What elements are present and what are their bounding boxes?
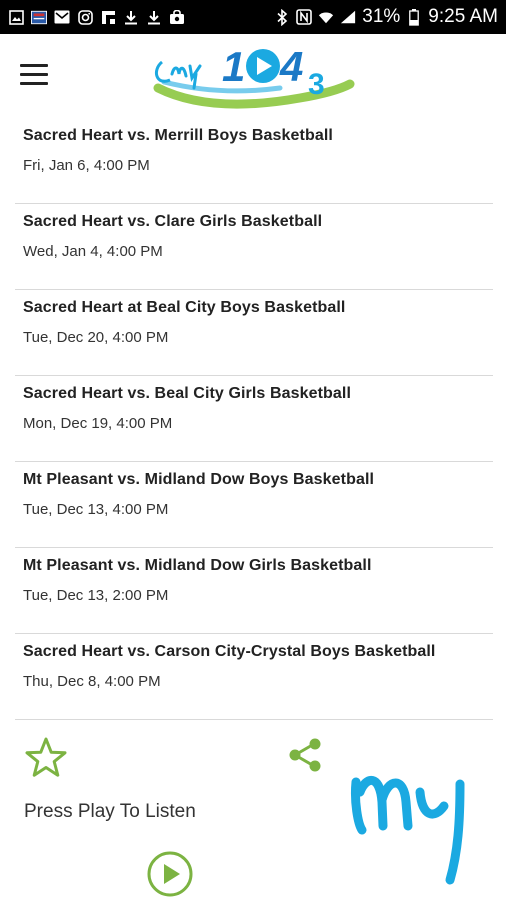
status-bar: 31% 9:25 AM <box>0 0 506 34</box>
event-title: Sacred Heart vs. Merrill Boys Basketball <box>23 127 333 144</box>
event-date: Thu, Dec 8, 4:00 PM <box>23 673 161 690</box>
listen-label: Press Play To Listen <box>24 801 196 822</box>
event-title: Mt Pleasant vs. Midland Dow Girls Basket… <box>23 557 372 574</box>
list-item[interactable]: Sacred Heart vs. Carson City-Crystal Boy… <box>15 634 493 720</box>
bag-icon <box>169 9 185 25</box>
flipboard-icon <box>100 9 116 25</box>
star-icon[interactable] <box>24 736 68 783</box>
list-item[interactable]: Sacred Heart vs. Clare Girls Basketball … <box>15 204 493 290</box>
bluetooth-icon <box>274 8 290 26</box>
list-item[interactable]: Mt Pleasant vs. Midland Dow Boys Basketb… <box>15 462 493 548</box>
event-date: Tue, Dec 13, 2:00 PM <box>23 587 169 604</box>
clock: 9:25 AM <box>428 6 498 27</box>
event-date: Wed, Jan 4, 4:00 PM <box>23 243 163 260</box>
event-date: Fri, Jan 6, 4:00 PM <box>23 157 150 174</box>
notification-icons <box>8 9 185 25</box>
download-icon <box>123 9 139 25</box>
event-title: Mt Pleasant vs. Midland Dow Boys Basketb… <box>23 471 375 488</box>
event-date: Mon, Dec 19, 4:00 PM <box>23 415 173 432</box>
system-indicators: 31% 9:25 AM <box>274 6 498 28</box>
battery-percent: 31% <box>362 6 401 27</box>
battery-icon <box>406 8 422 26</box>
event-date: Tue, Dec 13, 4:00 PM <box>23 501 169 518</box>
mail-icon <box>54 9 70 25</box>
hamburger-icon[interactable] <box>20 64 48 86</box>
list-item[interactable]: Sacred Heart vs. Beal City Girls Basketb… <box>15 376 493 462</box>
share-icon[interactable] <box>287 738 323 777</box>
event-title: Sacred Heart vs. Beal City Girls Basketb… <box>23 385 352 402</box>
svg-text:3: 3 <box>308 68 325 101</box>
events-list: Sacred Heart vs. Merrill Boys Basketball… <box>15 118 493 720</box>
station-logo: 1 4 3 <box>150 36 355 116</box>
news-icon <box>31 9 47 25</box>
wifi-icon <box>318 9 334 25</box>
play-icon[interactable] <box>146 850 194 903</box>
player-panel: Press Play To Listen <box>0 726 506 900</box>
nfc-icon <box>296 9 313 25</box>
list-item[interactable]: Sacred Heart vs. Merrill Boys Basketball… <box>15 118 493 204</box>
my-logo <box>350 762 480 897</box>
list-item[interactable]: Sacred Heart at Beal City Boys Basketbal… <box>15 290 493 376</box>
instagram-icon <box>77 9 93 25</box>
event-title: Sacred Heart vs. Carson City-Crystal Boy… <box>23 643 436 660</box>
svg-text:1: 1 <box>222 43 245 90</box>
event-date: Tue, Dec 20, 4:00 PM <box>23 329 169 346</box>
signal-icon <box>340 9 356 25</box>
svg-text:4: 4 <box>279 43 303 90</box>
event-title: Sacred Heart at Beal City Boys Basketbal… <box>23 299 346 316</box>
app-header: 1 4 3 <box>0 34 506 118</box>
download-icon <box>146 9 162 25</box>
gallery-icon <box>8 9 24 25</box>
event-title: Sacred Heart vs. Clare Girls Basketball <box>23 213 323 230</box>
list-item[interactable]: Mt Pleasant vs. Midland Dow Girls Basket… <box>15 548 493 634</box>
